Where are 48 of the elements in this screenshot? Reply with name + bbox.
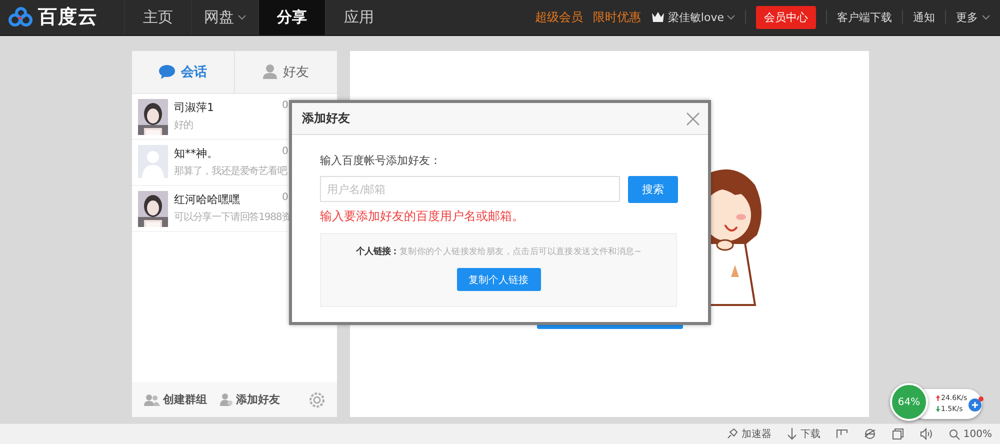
people-icon — [144, 394, 160, 406]
message-time: 0 — [282, 144, 288, 157]
dialog-title: 添加好友 — [302, 110, 350, 127]
username-field[interactable]: 用户名/邮箱 — [320, 176, 620, 202]
crown-icon — [650, 11, 665, 24]
logo-text: 百度云 — [38, 5, 98, 30]
nav-tab[interactable]: 应用 — [325, 0, 392, 35]
panel-tab[interactable]: 会话 — [132, 50, 235, 94]
link-description: 个人链接：复制你的个人链接发给朋友，点击后可以直接发送文件和消息~ — [356, 245, 642, 258]
upload-arrow-icon — [936, 395, 940, 401]
nav-tab[interactable]: 分享 — [258, 0, 325, 35]
message-time: 0 — [282, 98, 288, 111]
window-icon[interactable] — [892, 428, 904, 440]
plus-icon[interactable] — [968, 396, 984, 412]
contact-name: 红河哈哈嘿嘿 — [174, 192, 240, 207]
footer-action[interactable]: 添加好友 — [236, 392, 280, 408]
status-label[interactable]: 加速器 — [741, 427, 772, 442]
person-icon — [263, 64, 277, 80]
browser-icon[interactable] — [864, 428, 876, 440]
panel-tab[interactable]: 好友 — [235, 50, 337, 94]
error-message: 输入要添加好友的百度用户名或邮箱。 — [320, 208, 525, 225]
promo-link[interactable]: 超级会员 — [534, 8, 583, 26]
user-name[interactable]: 梁佳敏love — [668, 10, 724, 25]
vip-center-button[interactable]: 会员中心 — [756, 6, 816, 29]
nav-tab[interactable]: 主页 — [124, 0, 191, 35]
layout-icon[interactable] — [836, 429, 848, 440]
cloud-logo-icon — [8, 7, 34, 28]
message-preview: 那算了，我还是爱奇艺看吧 — [174, 164, 287, 178]
header-link[interactable]: 通知 — [913, 10, 935, 25]
speaker-icon[interactable] — [920, 428, 934, 440]
status-label[interactable]: 下载 — [800, 427, 820, 442]
message-time: 0 — [282, 190, 288, 203]
contact-name: 知**神。 — [174, 146, 218, 161]
avatar-icon — [138, 144, 168, 178]
promo-link[interactable]: 限时优惠 — [592, 8, 641, 26]
prompt-label: 输入百度帐号添加好友： — [320, 153, 442, 168]
download-arrow-icon — [936, 406, 940, 412]
footer-action[interactable]: 创建群组 — [163, 392, 207, 408]
message-preview: 好的 — [174, 118, 193, 132]
header-link[interactable]: 更多 — [956, 10, 978, 25]
search-icon[interactable] — [949, 428, 960, 440]
contact-name: 司淑萍1 — [174, 100, 214, 115]
status-label[interactable]: 100% — [963, 428, 992, 440]
add-person-icon — [219, 393, 233, 406]
header-link[interactable]: 客户端下载 — [837, 10, 892, 25]
close-icon[interactable] — [686, 112, 700, 126]
download-icon[interactable] — [787, 428, 798, 440]
chat-bubble-icon — [159, 64, 175, 79]
